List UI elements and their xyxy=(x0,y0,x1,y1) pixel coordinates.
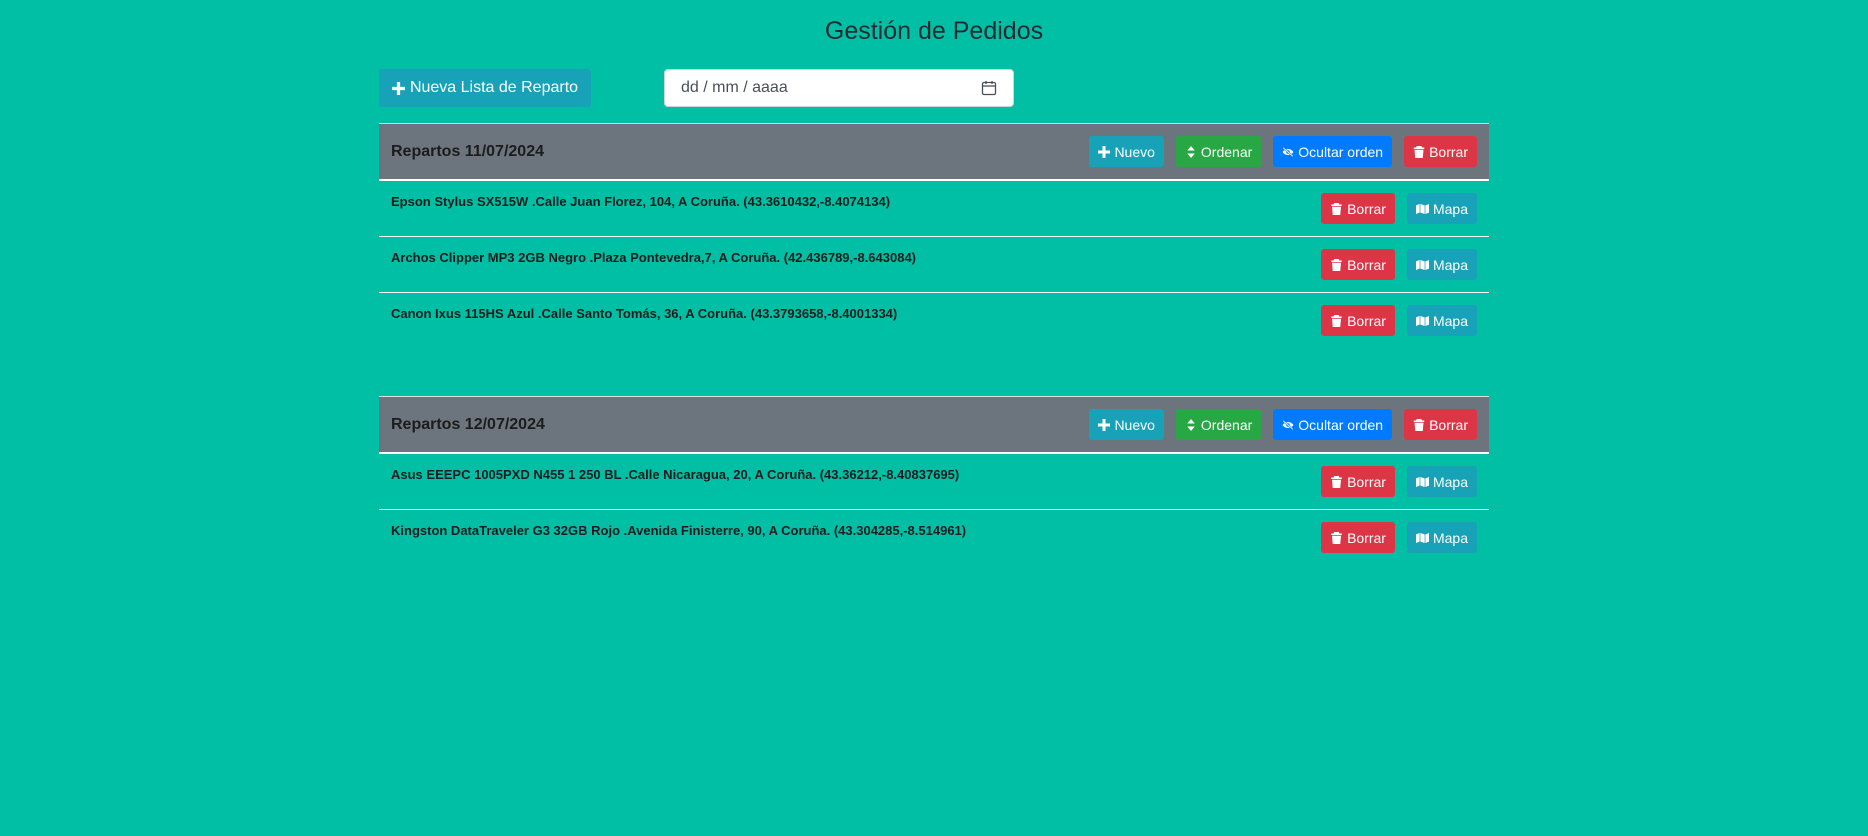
toolbar: Nueva Lista de Reparto dd / mm / aaaa xyxy=(379,69,1489,107)
eye-slash-icon xyxy=(1282,419,1294,430)
sort-button[interactable]: Ordenar xyxy=(1175,136,1262,167)
map-button[interactable]: Mapa xyxy=(1406,305,1477,336)
map-label: Mapa xyxy=(1432,473,1468,490)
plus-icon xyxy=(1098,418,1111,431)
sort-label: Ordenar xyxy=(1200,143,1253,160)
trash-icon xyxy=(1331,314,1342,327)
map-label: Mapa xyxy=(1432,200,1468,217)
map-icon xyxy=(1415,476,1429,487)
trash-icon xyxy=(1331,202,1342,215)
new-item-label: Nuevo xyxy=(1114,416,1155,433)
trash-icon xyxy=(1331,531,1342,544)
sort-icon xyxy=(1187,418,1195,431)
hide-order-label: Ocultar orden xyxy=(1298,143,1384,160)
page-title: Gestión de Pedidos xyxy=(824,17,1044,45)
delivery-item-text: Kingston DataTraveler G3 32GB Rojo .Aven… xyxy=(391,523,967,538)
trash-icon xyxy=(1331,475,1342,488)
delete-item-label: Borrar xyxy=(1347,256,1386,273)
delete-item-button[interactable]: Borrar xyxy=(1321,305,1395,336)
new-item-button[interactable]: Nuevo xyxy=(1089,409,1164,440)
delivery-card-header: Repartos 12/07/2024 Nuevo Ordenar Oculta… xyxy=(379,396,1489,454)
delete-item-label: Borrar xyxy=(1347,200,1386,217)
delete-item-button[interactable]: Borrar xyxy=(1321,522,1395,553)
delivery-card-title: Repartos 11/07/2024 xyxy=(391,143,544,160)
delivery-item-text: Canon Ixus 115HS Azul .Calle Santo Tomás… xyxy=(391,306,898,321)
trash-icon xyxy=(1413,418,1425,431)
sort-label: Ordenar xyxy=(1200,416,1253,433)
map-button[interactable]: Mapa xyxy=(1406,193,1477,224)
trash-icon xyxy=(1331,258,1342,271)
map-icon xyxy=(1415,532,1429,543)
plus-icon xyxy=(1098,145,1111,158)
delivery-card-header: Repartos 11/07/2024 Nuevo Ordenar Oculta… xyxy=(379,123,1489,181)
delivery-card-actions: Nuevo Ordenar Ocultar orden Borrar xyxy=(1089,409,1477,440)
delivery-item-text: Asus EEEPC 1005PXD N455 1 250 BL .Calle … xyxy=(391,467,960,482)
delivery-item-row: Asus EEEPC 1005PXD N455 1 250 BL .Calle … xyxy=(379,454,1489,510)
delivery-item-row: Archos Clipper MP3 2GB Negro .Plaza Pont… xyxy=(379,237,1489,293)
date-input[interactable]: dd / mm / aaaa xyxy=(664,69,1014,107)
trash-icon xyxy=(1413,145,1425,158)
delete-item-button[interactable]: Borrar xyxy=(1321,466,1395,497)
delivery-card-body: Epson Stylus SX515W .Calle Juan Florez, … xyxy=(379,181,1489,348)
delivery-item-row: Kingston DataTraveler G3 32GB Rojo .Aven… xyxy=(379,510,1489,565)
map-label: Mapa xyxy=(1432,312,1468,329)
delivery-card-body: Asus EEEPC 1005PXD N455 1 250 BL .Calle … xyxy=(379,454,1489,565)
delete-item-label: Borrar xyxy=(1347,312,1386,329)
eye-slash-icon xyxy=(1282,146,1294,157)
new-delivery-list-label: Nueva Lista de Reparto xyxy=(409,79,579,96)
delivery-card: Repartos 11/07/2024 Nuevo Ordenar Oculta… xyxy=(379,123,1489,348)
sort-icon xyxy=(1187,145,1195,158)
plus-icon xyxy=(391,81,405,95)
map-label: Mapa xyxy=(1432,529,1468,546)
calendar-icon[interactable] xyxy=(981,80,997,96)
delivery-item-row: Epson Stylus SX515W .Calle Juan Florez, … xyxy=(379,181,1489,237)
delete-list-label: Borrar xyxy=(1429,416,1468,433)
delete-list-label: Borrar xyxy=(1429,143,1468,160)
delivery-item-text: Epson Stylus SX515W .Calle Juan Florez, … xyxy=(391,194,891,209)
delivery-card-actions: Nuevo Ordenar Ocultar orden Borrar xyxy=(1089,136,1477,167)
delivery-item-text: Archos Clipper MP3 2GB Negro .Plaza Pont… xyxy=(391,250,917,265)
delivery-item-row: Canon Ixus 115HS Azul .Calle Santo Tomás… xyxy=(379,293,1489,348)
delete-item-button[interactable]: Borrar xyxy=(1321,249,1395,280)
delete-item-button[interactable]: Borrar xyxy=(1321,193,1395,224)
map-icon xyxy=(1415,315,1429,326)
delivery-item-actions: Borrar Mapa xyxy=(1321,466,1477,497)
delivery-item-actions: Borrar Mapa xyxy=(1321,522,1477,553)
hide-order-button[interactable]: Ocultar orden xyxy=(1273,136,1393,167)
delivery-item-actions: Borrar Mapa xyxy=(1321,249,1477,280)
map-button[interactable]: Mapa xyxy=(1406,522,1477,553)
map-button[interactable]: Mapa xyxy=(1406,249,1477,280)
new-item-label: Nuevo xyxy=(1114,143,1155,160)
map-label: Mapa xyxy=(1432,256,1468,273)
delivery-item-actions: Borrar Mapa xyxy=(1321,193,1477,224)
date-placeholder: dd / mm / aaaa xyxy=(681,79,788,96)
map-icon xyxy=(1415,259,1429,270)
hide-order-label: Ocultar orden xyxy=(1298,416,1384,433)
new-item-button[interactable]: Nuevo xyxy=(1089,136,1164,167)
delivery-item-actions: Borrar Mapa xyxy=(1321,305,1477,336)
delete-item-label: Borrar xyxy=(1347,473,1386,490)
delivery-card: Repartos 12/07/2024 Nuevo Ordenar Oculta… xyxy=(379,396,1489,565)
delete-item-label: Borrar xyxy=(1347,529,1386,546)
delete-list-button[interactable]: Borrar xyxy=(1404,136,1477,167)
delivery-card-title: Repartos 12/07/2024 xyxy=(391,416,545,433)
new-delivery-list-button[interactable]: Nueva Lista de Reparto xyxy=(379,69,591,107)
map-button[interactable]: Mapa xyxy=(1406,466,1477,497)
sort-button[interactable]: Ordenar xyxy=(1175,409,1262,440)
map-icon xyxy=(1415,203,1429,214)
hide-order-button[interactable]: Ocultar orden xyxy=(1273,409,1393,440)
delete-list-button[interactable]: Borrar xyxy=(1404,409,1477,440)
